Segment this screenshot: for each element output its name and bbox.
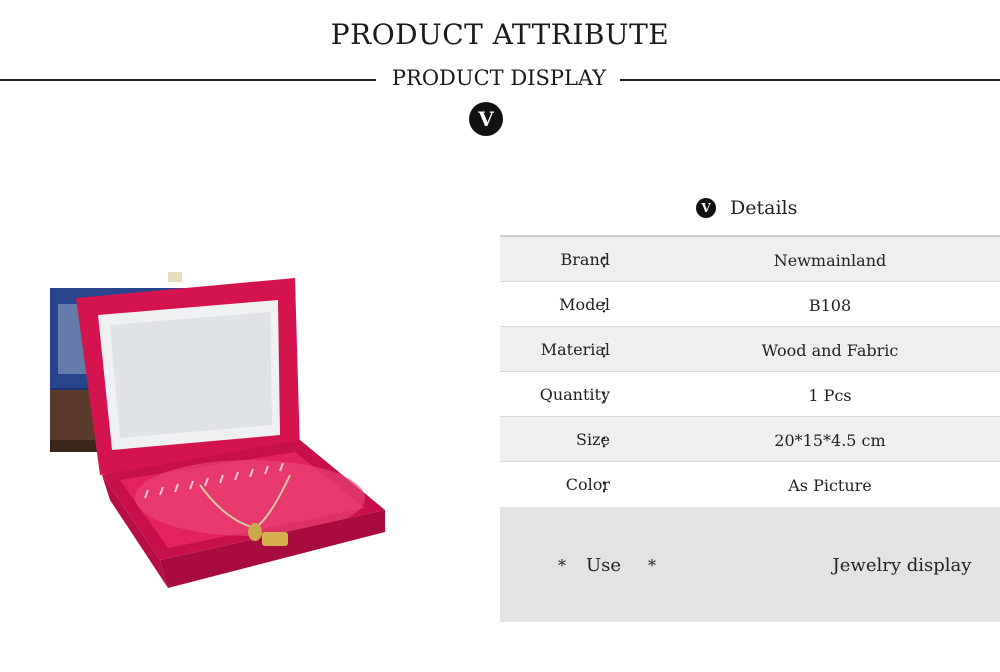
row-colon: ： [600,342,617,361]
details-table: Brand ： Newmainland Model ： B108 Materia… [500,235,1000,506]
row-colon: ： [600,297,617,316]
row-colon: ： [600,387,617,406]
v-badge-icon: V [469,102,503,136]
table-row-brand: Brand ： Newmainland [500,235,1000,281]
details-label: Details [730,197,798,219]
details-heading: V Details [696,196,797,220]
row-colon: ： [600,252,617,271]
divider-right [620,79,1000,81]
row-value: 20*15*4.5 cm [774,431,886,450]
row-colon: ： [600,432,617,451]
row-value: As Picture [788,476,872,495]
table-row-model: Model ： B108 [500,281,1000,326]
use-label: Use [586,555,622,576]
divider-left [0,79,376,81]
row-value: 1 Pcs [808,386,852,405]
row-colon: ： [600,477,617,496]
table-row-material: Material ： Wood and Fabric [500,326,1000,371]
use-value: Jewelry display [832,555,972,576]
table-row-color: Color ： As Picture [500,461,1000,506]
page-title: PRODUCT ATTRIBUTE [330,18,670,51]
table-row-size: Size ： 20*15*4.5 cm [500,416,1000,461]
star-icon: * [558,556,566,575]
table-row-quantity: Quantity ： 1 Pcs [500,371,1000,416]
product-photo [50,270,420,620]
row-value: B108 [808,296,852,315]
section-subtitle: PRODUCT DISPLAY [391,66,607,90]
row-value: Newmainland [773,251,887,270]
use-row: * Use * Jewelry display [500,507,1000,622]
v-badge-small-icon: V [696,198,716,218]
star-icon: * [648,556,656,575]
pink-lid-illustration [76,272,300,475]
row-value: Wood and Fabric [761,341,899,360]
